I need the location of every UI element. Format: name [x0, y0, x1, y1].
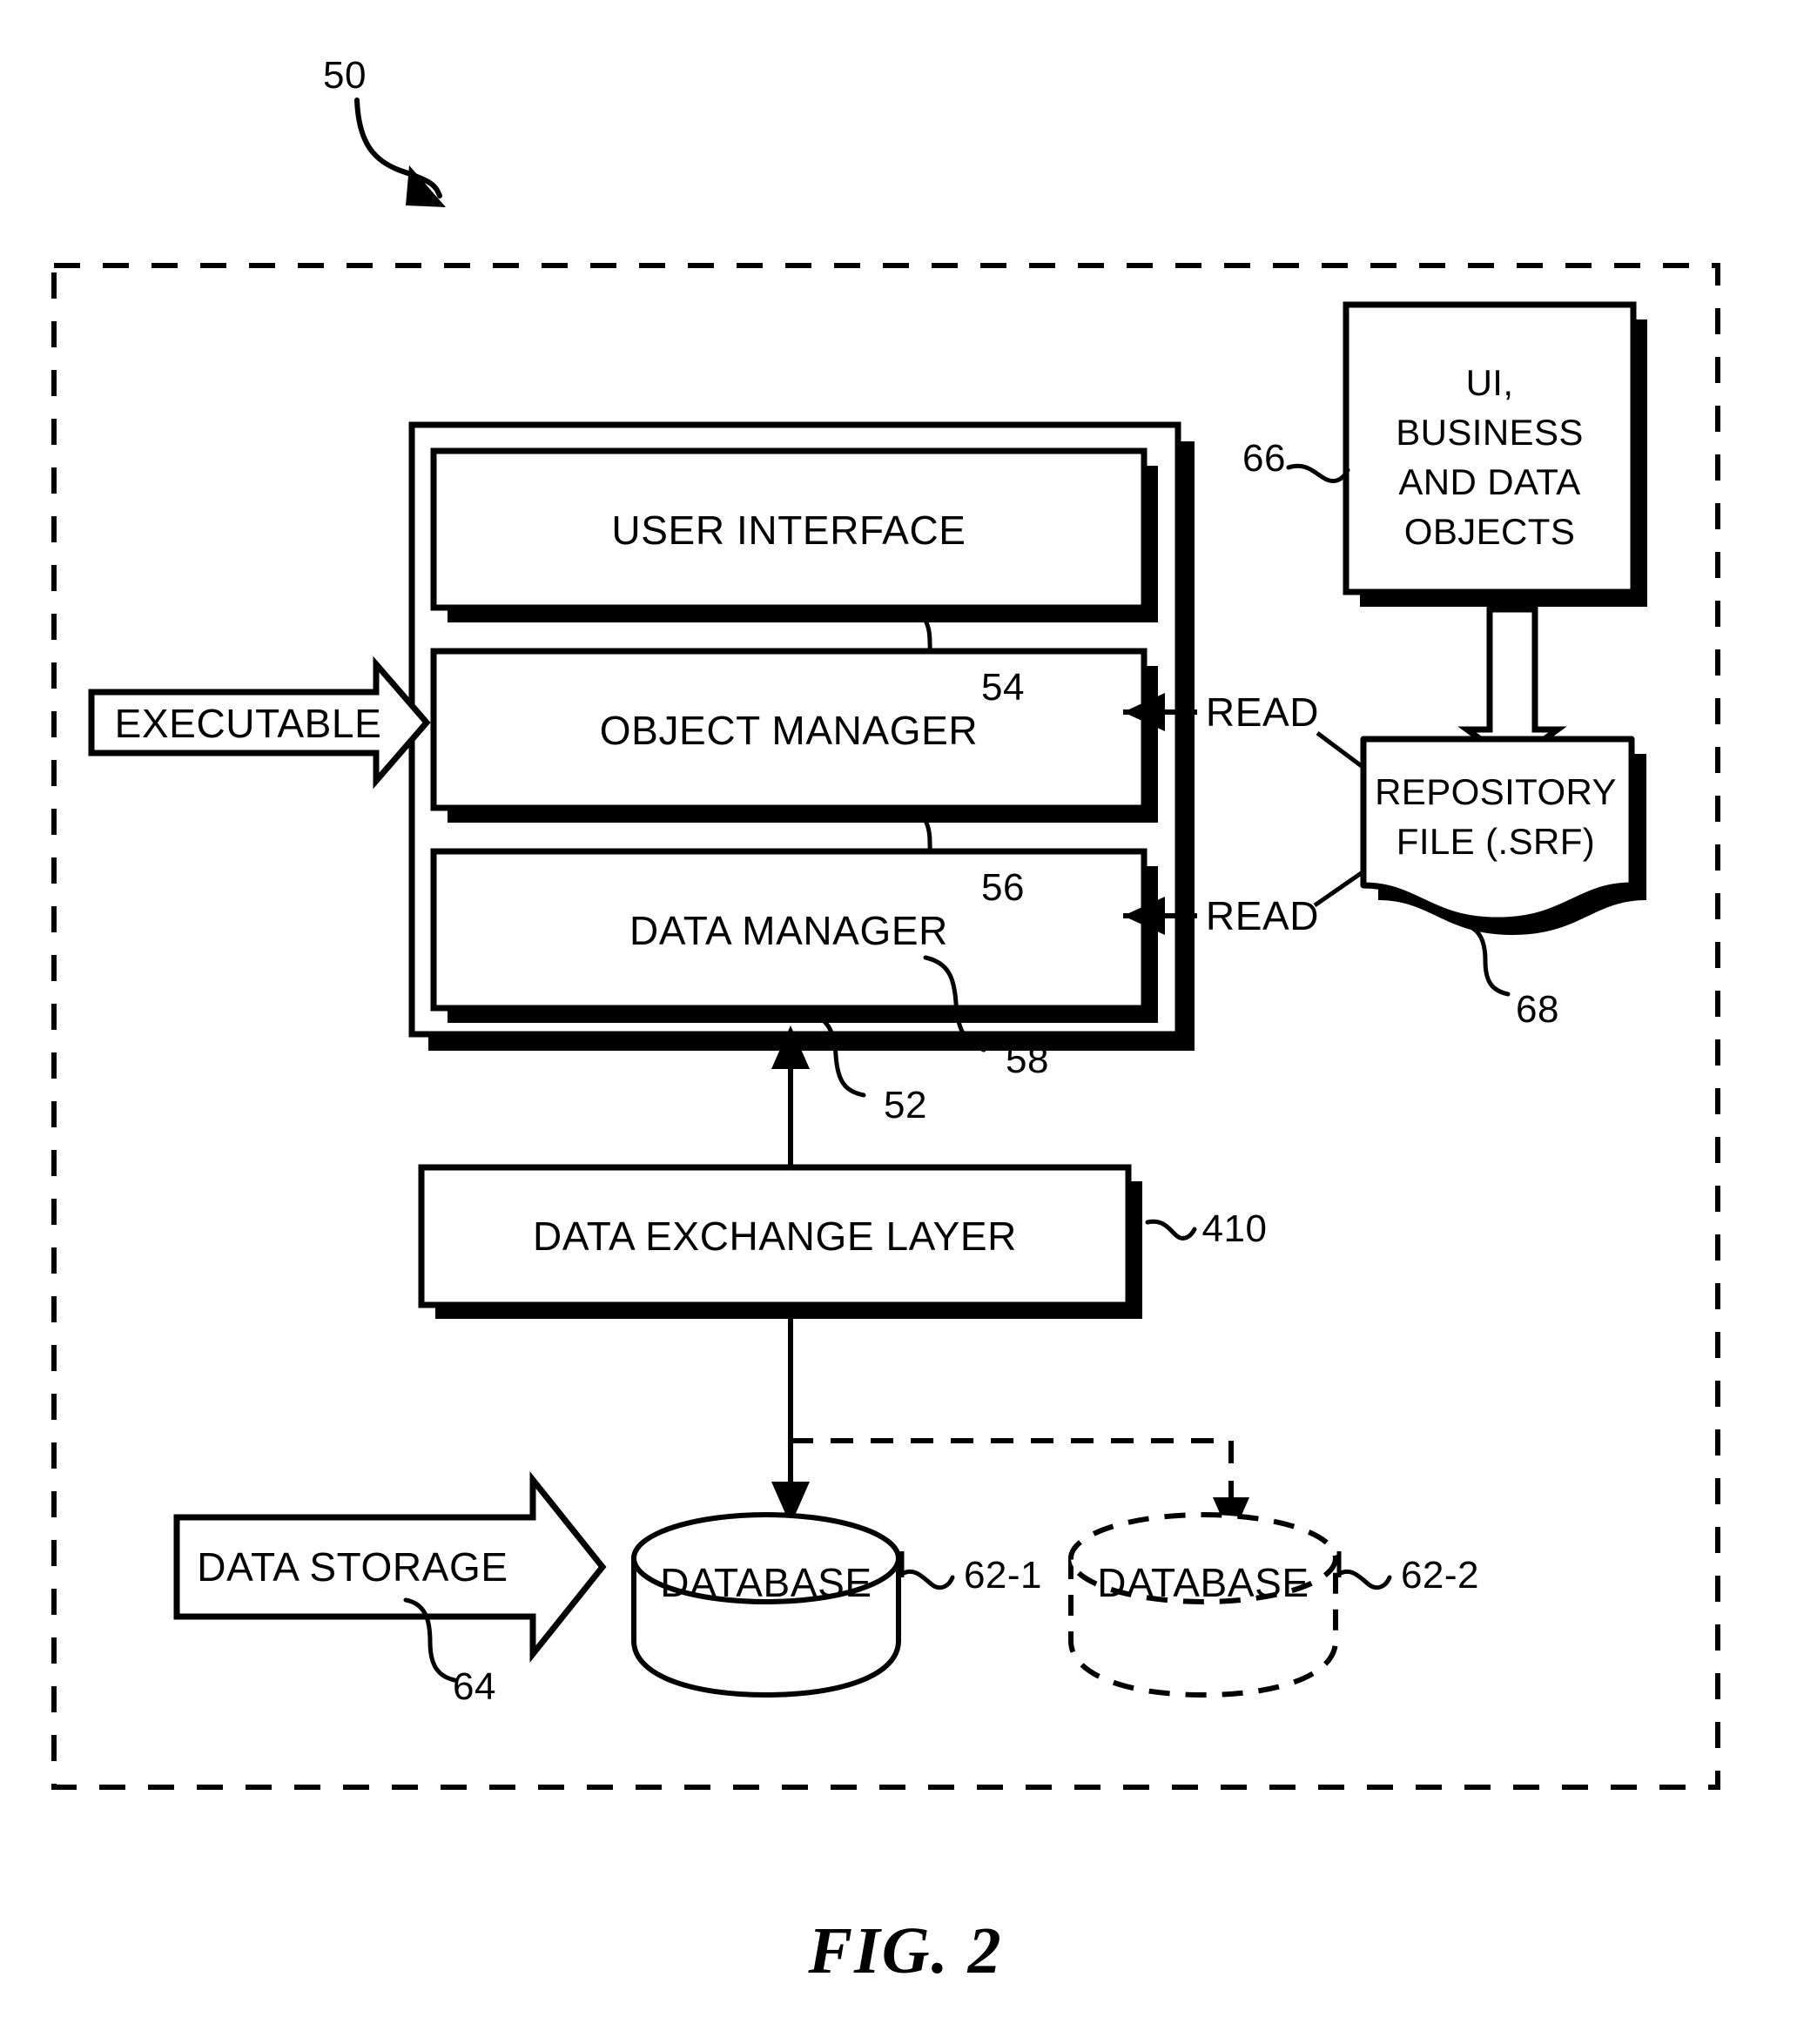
objects-box-line-2: BUSINESS [1396, 412, 1584, 454]
ref-64-number: 64 [453, 1665, 496, 1709]
ref-62-1-number: 62-1 [963, 1554, 1043, 1597]
user-interface-label: USER INTERFACE [611, 507, 966, 553]
system-ref-leader [354, 97, 446, 207]
ref-52-number: 52 [884, 1084, 927, 1127]
ref-410-leader [1145, 1219, 1197, 1241]
ref-68-leader [1461, 922, 1511, 997]
ref-62-1-leader [899, 1569, 955, 1590]
objects-box-line-4: OBJECTS [1403, 511, 1576, 553]
exchange-layer-label: DATA EXCHANGE LAYER [533, 1213, 1017, 1259]
exchange-to-database1-arrow [771, 1319, 810, 1525]
ref-62-2-leader [1336, 1569, 1392, 1590]
repository-line-2: FILE (.SRF) [1396, 821, 1596, 863]
ref-410-number: 410 [1201, 1207, 1268, 1251]
read-label-data-manager: READ [1205, 892, 1320, 938]
ref-66-number: 66 [1242, 437, 1286, 481]
ref-56-number: 56 [981, 866, 1025, 910]
figure-canvas: 50 USER INTERFACE 54 OBJECT MANAGER 56 D… [0, 0, 1797, 2044]
data-storage-arrow-label: DATA STORAGE [197, 1543, 508, 1590]
objects-box-line-3: AND DATA [1398, 461, 1581, 503]
database-1-label: DATABASE [660, 1559, 872, 1605]
data-manager-label: DATA MANAGER [629, 907, 948, 953]
system-ref-number: 50 [323, 54, 367, 97]
figure-caption: FIG. 2 [808, 1914, 1003, 1988]
ref-54-number: 54 [981, 666, 1025, 709]
ref-66-leader [1286, 463, 1350, 484]
object-manager-label: OBJECT MANAGER [599, 707, 979, 753]
database-2-label: DATABASE [1097, 1559, 1309, 1605]
repository-line-1: REPOSITORY [1375, 771, 1617, 813]
executable-arrow-label: EXECUTABLE [114, 700, 382, 746]
ref-68-number: 68 [1516, 988, 1559, 1032]
ref-58-number: 58 [1006, 1039, 1049, 1082]
ref-62-2-number: 62-2 [1400, 1554, 1480, 1597]
read-label-object-manager: READ [1205, 689, 1320, 735]
objects-box-line-1: UI, [1465, 362, 1514, 404]
